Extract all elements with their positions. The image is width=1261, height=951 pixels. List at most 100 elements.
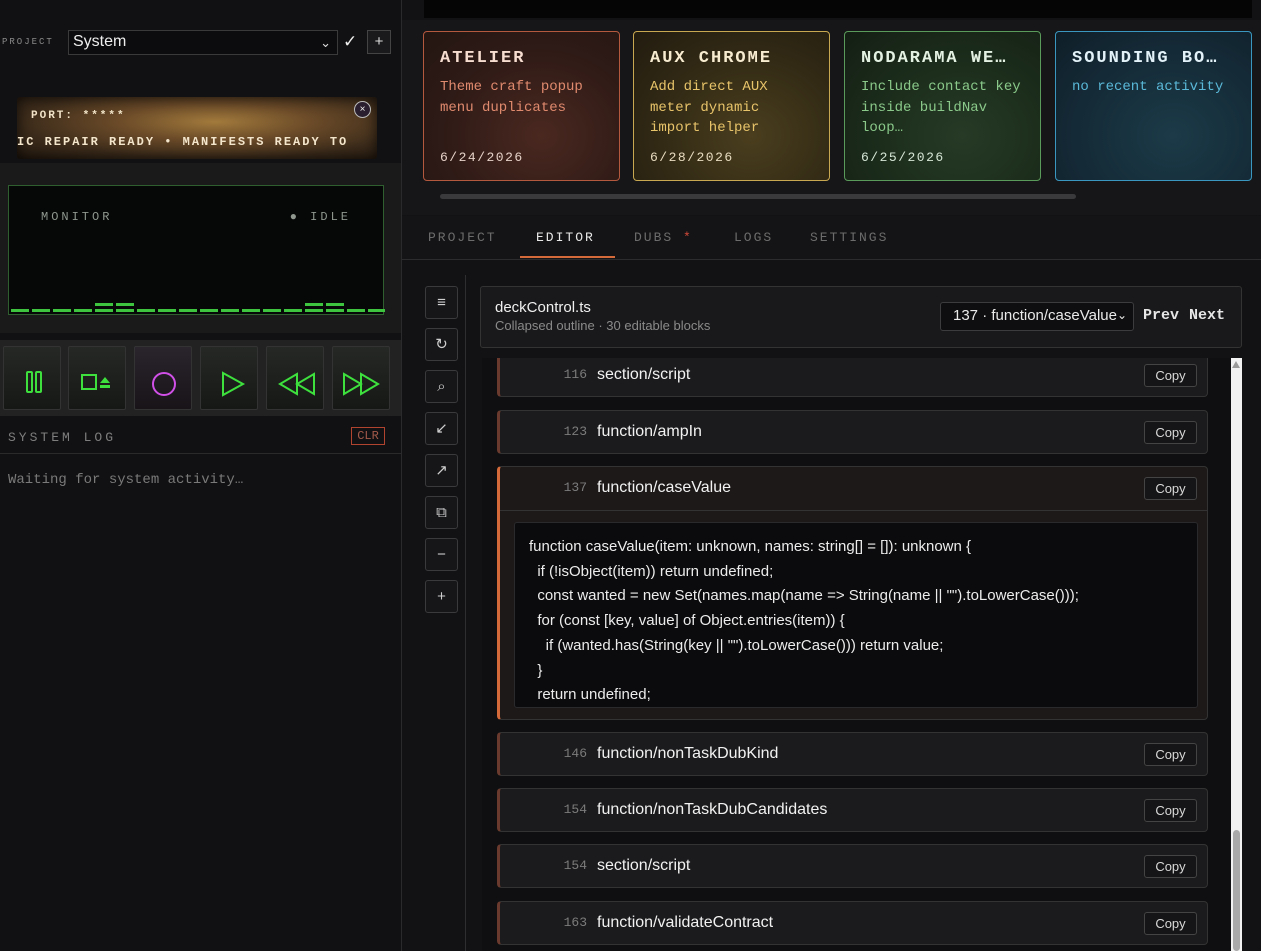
block-row[interactable]: 154 section/script Copy <box>497 844 1208 888</box>
system-log-message: Waiting for system activity… <box>8 472 244 488</box>
close-icon[interactable]: × <box>354 101 371 118</box>
block-list-scrollbar[interactable] <box>1231 358 1242 951</box>
project-row: PROJECT System ⌄ ✓ + <box>0 30 401 56</box>
scrollbar-thumb[interactable] <box>1233 830 1240 951</box>
fast-forward-icon <box>343 372 380 396</box>
card-date: 6/25/2026 <box>861 150 945 165</box>
card-title: ATELIER <box>440 49 526 68</box>
copy-button[interactable]: Copy <box>1144 364 1197 387</box>
confirm-icon[interactable]: ✓ <box>343 32 357 52</box>
tab-settings[interactable]: SETTINGS <box>810 230 888 245</box>
block-row[interactable]: 146 function/nonTaskDubKind Copy <box>497 732 1208 776</box>
copy-button[interactable]: Copy <box>1144 421 1197 444</box>
card-aux-chrome[interactable]: AUX CHROME Add direct AUX meter dynamic … <box>633 31 830 181</box>
meter-segment <box>305 309 323 312</box>
block-row[interactable]: 123 function/ampIn Copy <box>497 410 1208 454</box>
tab-logs[interactable]: LOGS <box>734 230 773 245</box>
meter-segment <box>326 309 344 312</box>
expand-icon[interactable]: ↗ <box>425 454 458 487</box>
pause-button[interactable] <box>3 346 61 410</box>
active-tab-indicator <box>520 256 615 258</box>
block-row[interactable]: 154 function/nonTaskDubCandidates Copy <box>497 788 1208 832</box>
next-button[interactable]: Next <box>1189 307 1225 324</box>
meter-segment <box>305 303 323 306</box>
file-name: deckControl.ts <box>495 299 591 316</box>
main-area: ATELIER Theme craft popup menu duplicate… <box>402 0 1261 951</box>
meter-segment <box>263 309 281 312</box>
block-header: 137 function/caseValue Copy <box>500 467 1207 511</box>
duplicate-icon[interactable]: ⧉ <box>425 496 458 529</box>
meter-segment <box>179 309 197 312</box>
card-desc: Theme craft popup menu duplicates <box>440 79 583 116</box>
marquee-ticker: IC REPAIR READY • MANIFESTS READY TO <box>17 135 349 149</box>
prev-button[interactable]: Prev <box>1143 307 1179 324</box>
copy-button[interactable]: Copy <box>1144 477 1197 500</box>
zoom-in-icon[interactable]: + <box>425 580 458 613</box>
card-atelier[interactable]: ATELIER Theme craft popup menu duplicate… <box>423 31 620 181</box>
clear-log-button[interactable]: CLR <box>351 427 385 445</box>
meter-segment <box>53 309 71 312</box>
search-icon[interactable]: ⌕ <box>425 370 458 403</box>
card-desc: no recent activity <box>1072 79 1224 95</box>
block-line: 137 <box>563 480 587 495</box>
meter-segment <box>95 309 113 312</box>
code-line: const wanted = new Set(names.map(name =>… <box>529 587 1079 605</box>
stop-eject-button[interactable] <box>68 346 126 410</box>
outline-icon[interactable]: ≡ <box>425 286 458 319</box>
copy-button[interactable]: Copy <box>1144 743 1197 766</box>
transport-controls <box>0 340 401 416</box>
tab-editor[interactable]: EDITOR <box>536 230 595 245</box>
zoom-out-icon[interactable]: − <box>425 538 458 571</box>
record-button[interactable] <box>134 346 192 410</box>
stop-eject-icon <box>81 374 110 390</box>
card-date: 6/28/2026 <box>650 150 734 165</box>
block-row[interactable]: 116 section/script Copy <box>497 358 1208 397</box>
block-row[interactable]: 163 function/validateContract Copy <box>497 901 1208 945</box>
block-line: 146 <box>563 746 587 761</box>
file-header: deckControl.ts Collapsed outline · 30 ed… <box>480 286 1242 348</box>
block-name: section/script <box>597 366 691 383</box>
block-name: function/nonTaskDubCandidates <box>597 801 828 818</box>
pause-icon <box>26 371 42 393</box>
rewind-button[interactable] <box>266 346 324 410</box>
block-name: function/caseValue <box>597 479 732 496</box>
block-select-value: 137 · function/caseValue <box>953 307 1117 324</box>
tab-dubs-label: DUBS <box>634 230 674 245</box>
block-select[interactable]: 137 · function/caseValue ⌄ <box>940 302 1134 331</box>
play-button[interactable] <box>200 346 258 410</box>
meter-segment <box>284 309 302 312</box>
card-desc: Add direct AUX meter dynamic import help… <box>650 79 768 136</box>
meter-segment <box>242 309 260 312</box>
block-row-expanded[interactable]: 137 function/caseValue Copy function cas… <box>497 466 1208 720</box>
monitor-screen: MONITOR ● IDLE <box>8 185 385 315</box>
collapse-icon[interactable]: ↙ <box>425 412 458 445</box>
code-line: for (const [key, value] of Object.entrie… <box>529 612 845 630</box>
monitor-panel: MONITOR ● IDLE <box>0 163 401 333</box>
cards-scrollbar[interactable] <box>440 194 1076 199</box>
block-name: function/ampIn <box>597 423 702 440</box>
rewind-icon <box>278 372 315 396</box>
tab-dubs[interactable]: DUBS * <box>634 230 693 245</box>
card-sounding-bo[interactable]: SOUNDING BO… no recent activity <box>1055 31 1252 181</box>
project-label: PROJECT <box>2 37 54 47</box>
project-select[interactable]: System ⌄ <box>68 30 338 55</box>
add-project-button[interactable]: + <box>367 30 391 54</box>
code-editor[interactable]: function caseValue(item: unknown, names:… <box>514 522 1198 708</box>
copy-button[interactable]: Copy <box>1144 855 1197 878</box>
block-list: 116 section/script Copy 123 function/amp… <box>482 358 1242 951</box>
card-nodarama[interactable]: NODARAMA WE… Include contact key inside … <box>844 31 1041 181</box>
record-icon <box>152 372 176 396</box>
project-select-value: System <box>73 33 127 50</box>
scroll-up-icon[interactable] <box>1232 361 1240 368</box>
meter-segment <box>32 309 50 312</box>
system-log-header: SYSTEM LOG CLR <box>0 425 401 454</box>
tab-project[interactable]: PROJECT <box>428 230 497 245</box>
meter-segment <box>158 309 176 312</box>
block-name: function/nonTaskDubKind <box>597 745 779 762</box>
left-panel: PROJECT System ⌄ ✓ + PORT: ***** IC REPA… <box>0 0 402 951</box>
refresh-icon[interactable]: ↻ <box>425 328 458 361</box>
copy-button[interactable]: Copy <box>1144 912 1197 935</box>
code-line: if (!isObject(item)) return undefined; <box>529 562 774 580</box>
fast-forward-button[interactable] <box>332 346 390 410</box>
copy-button[interactable]: Copy <box>1144 799 1197 822</box>
